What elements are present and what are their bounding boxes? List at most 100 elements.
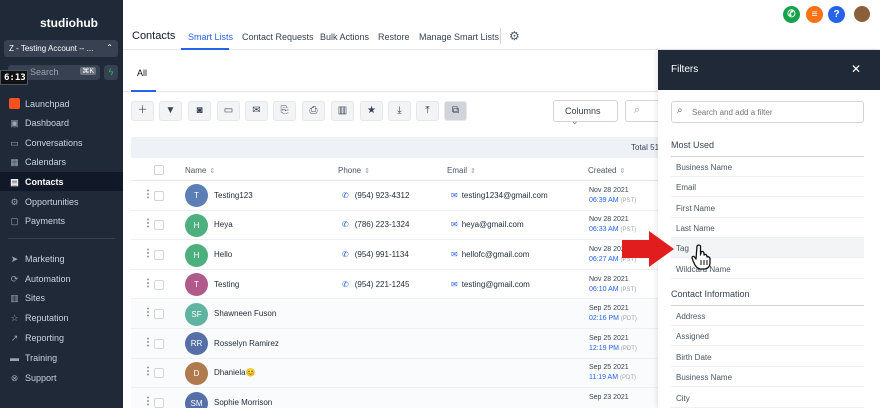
contact-phone[interactable]: ✆ (954) 991-1134 bbox=[342, 250, 409, 259]
row-menu-icon[interactable]: ⋮ bbox=[143, 396, 153, 407]
sidebar-item-conversations[interactable]: ▭ Conversations bbox=[0, 133, 123, 152]
download-icon[interactable]: ⤓ bbox=[388, 101, 411, 121]
filter-option[interactable]: Address bbox=[671, 306, 864, 326]
contact-name[interactable]: Testing123 bbox=[214, 191, 253, 200]
filter-option[interactable]: First Name bbox=[671, 198, 864, 218]
sidebar-item-dashboard[interactable]: ▣ Dashboard bbox=[0, 113, 123, 132]
email-icon[interactable]: ✉ bbox=[245, 101, 268, 121]
sidebar-item-contacts[interactable]: ▤ Contacts bbox=[0, 172, 123, 191]
table-row[interactable] bbox=[131, 388, 658, 408]
copy-icon[interactable]: ⎘ bbox=[273, 101, 296, 121]
contact-name[interactable]: Testing bbox=[214, 280, 239, 289]
account-switcher[interactable]: Z - Testing Account -- ... ⌃ bbox=[4, 40, 118, 57]
column-header-created[interactable]: Created ⇕ bbox=[588, 166, 625, 175]
star-icon[interactable]: ★ bbox=[360, 101, 383, 121]
filter-option[interactable]: Business Name bbox=[671, 367, 864, 388]
contact-phone[interactable]: ✆ (786) 223-1324 bbox=[342, 220, 409, 229]
sidebar-item-reputation[interactable]: ☆ Reputation bbox=[0, 308, 123, 327]
filter-option[interactable]: Birth Date bbox=[671, 347, 864, 367]
sidebar-item-calendars[interactable]: ▦ Calendars bbox=[0, 152, 123, 171]
row-menu-icon[interactable]: ⋮ bbox=[143, 189, 153, 200]
duplicate-icon[interactable]: ⎙ bbox=[302, 101, 325, 121]
contact-name[interactable]: Rosselyn Ramirez bbox=[214, 339, 279, 348]
tab-restore[interactable]: Restore bbox=[378, 32, 410, 42]
row-checkbox[interactable] bbox=[154, 220, 164, 231]
row-menu-icon[interactable]: ⋮ bbox=[143, 248, 153, 259]
tab-bulk-actions[interactable]: Bulk Actions bbox=[320, 32, 369, 42]
sidebar-item-training[interactable]: ▬ Training bbox=[0, 348, 123, 367]
contact-name[interactable]: Sophie Morrison bbox=[214, 398, 272, 407]
help-icon[interactable]: ? bbox=[828, 6, 845, 23]
filter-search-input[interactable] bbox=[671, 101, 864, 123]
upload-icon[interactable]: ⤒ bbox=[416, 101, 439, 121]
row-menu-icon[interactable]: ⋮ bbox=[143, 366, 153, 377]
avatar[interactable] bbox=[853, 5, 871, 23]
contact-name[interactable]: Heya bbox=[214, 220, 233, 229]
merge-icon[interactable]: ⧉ bbox=[444, 101, 467, 121]
table-row[interactable] bbox=[131, 299, 658, 329]
trash-icon[interactable]: ▥ bbox=[331, 101, 354, 121]
contact-name[interactable]: Hello bbox=[214, 250, 232, 259]
row-checkbox[interactable] bbox=[154, 338, 164, 349]
phone-icon: ✆ bbox=[342, 190, 349, 200]
launchpad-icon bbox=[9, 98, 20, 109]
sidebar-item-payments[interactable]: ▢ Payments bbox=[0, 211, 123, 230]
column-header-email[interactable]: Email ⇕ bbox=[447, 166, 476, 175]
table-row[interactable] bbox=[131, 358, 658, 389]
columns-dropdown[interactable]: Columns ⌄ bbox=[553, 100, 618, 126]
filter-option[interactable]: Last Name bbox=[671, 218, 864, 238]
filter-icon[interactable]: ▼ bbox=[159, 101, 182, 121]
filter-option[interactable]: Business Name bbox=[671, 157, 864, 177]
sort-icon: ⇕ bbox=[364, 168, 371, 175]
row-checkbox[interactable] bbox=[154, 279, 164, 290]
tab-smart-lists[interactable]: Smart Lists bbox=[188, 32, 233, 42]
table-row[interactable] bbox=[131, 329, 658, 359]
row-menu-icon[interactable]: ⋮ bbox=[143, 278, 153, 289]
row-menu-icon[interactable]: ⋮ bbox=[143, 307, 153, 318]
chevron-down-icon: ⌄ bbox=[571, 116, 579, 126]
row-checkbox[interactable] bbox=[154, 368, 164, 379]
gear-icon[interactable]: ⚙ bbox=[509, 29, 520, 43]
tab-manage-smart-lists[interactable]: Manage Smart Lists bbox=[419, 32, 499, 42]
row-checkbox[interactable] bbox=[154, 190, 164, 201]
row-checkbox[interactable] bbox=[154, 398, 164, 408]
contact-phone[interactable]: ✆ (954) 221-1245 bbox=[342, 280, 409, 289]
phone-icon[interactable]: ✆ bbox=[783, 6, 800, 23]
list-icon[interactable]: ≡ bbox=[806, 6, 823, 23]
add-contact-button[interactable]: ＋ bbox=[131, 101, 154, 121]
account-name: Z - Testing Account -- ... bbox=[9, 44, 94, 53]
robot-icon[interactable]: ◙ bbox=[188, 101, 211, 121]
contact-email[interactable]: ✉ testing1234@gmail.com bbox=[451, 191, 548, 200]
contact-name[interactable]: Dhaniela😊 bbox=[214, 368, 256, 377]
sidebar-item-opportunities[interactable]: ⚙ Opportunities bbox=[0, 192, 123, 211]
column-header-name[interactable]: Name ⇕ bbox=[185, 166, 215, 175]
close-icon[interactable]: ✕ bbox=[851, 62, 861, 76]
row-checkbox[interactable] bbox=[154, 250, 164, 260]
select-all-checkbox[interactable] bbox=[154, 165, 164, 175]
filter-option[interactable]: City bbox=[671, 388, 864, 408]
tab-contact-requests[interactable]: Contact Requests bbox=[242, 32, 314, 42]
row-checkbox[interactable] bbox=[154, 309, 164, 320]
contact-email[interactable]: ✉ testing@gmail.com bbox=[451, 280, 530, 289]
contact-email[interactable]: ✉ hellofc@gmail.com bbox=[451, 250, 529, 259]
contact-phone[interactable]: ✆ (954) 923-4312 bbox=[342, 191, 409, 200]
sidebar-item-reporting[interactable]: ↗ Reporting bbox=[0, 328, 123, 347]
bolt-icon[interactable]: ϟ bbox=[104, 65, 118, 80]
row-menu-icon[interactable]: ⋮ bbox=[143, 337, 153, 348]
contact-name[interactable]: Shawneen Fuson bbox=[214, 309, 276, 318]
filter-option[interactable]: Email bbox=[671, 177, 864, 198]
filter-option[interactable]: Assigned bbox=[671, 326, 864, 347]
sidebar-item-sites[interactable]: ▥ Sites bbox=[0, 288, 123, 307]
row-menu-icon[interactable]: ⋮ bbox=[143, 218, 153, 229]
message-icon[interactable]: ▭ bbox=[217, 101, 240, 121]
sidebar-item-launchpad[interactable]: Launchpad bbox=[0, 94, 123, 113]
red-arrow-annotation bbox=[622, 231, 674, 267]
search-icon[interactable]: ⌕ bbox=[625, 100, 658, 122]
sidebar-item-marketing[interactable]: ➤ Marketing bbox=[0, 249, 123, 268]
sidebar-item-support[interactable]: ⊗ Support bbox=[0, 368, 123, 387]
contact-email[interactable]: ✉ heya@gmail.com bbox=[451, 220, 524, 229]
avatar: T bbox=[185, 273, 208, 297]
tab-all[interactable]: All bbox=[137, 68, 147, 78]
column-header-phone[interactable]: Phone ⇕ bbox=[338, 166, 370, 175]
sidebar-item-automation[interactable]: ⟳ Automation bbox=[0, 269, 123, 288]
